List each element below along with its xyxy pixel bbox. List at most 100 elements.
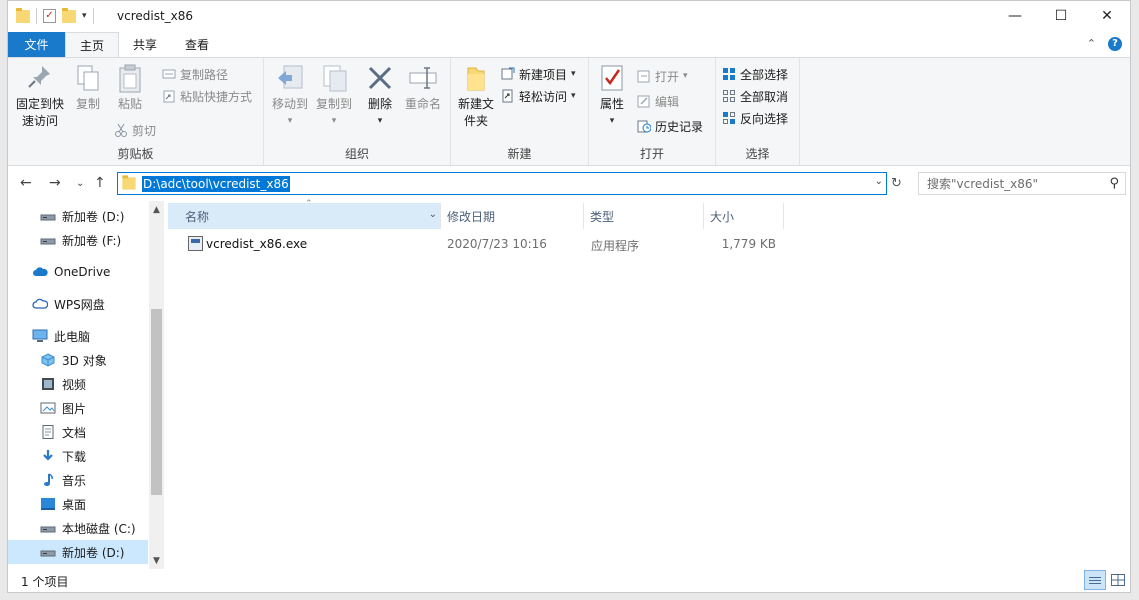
clipboard-group-label: 剪贴板 xyxy=(117,147,154,161)
tab-file[interactable]: 文件 xyxy=(8,32,65,57)
minimize-button[interactable]: — xyxy=(992,1,1038,31)
scroll-thumb[interactable] xyxy=(151,309,162,495)
properties-qat-icon[interactable]: ✓ xyxy=(43,9,56,23)
expand-ribbon-icon[interactable]: ⌃ xyxy=(1087,37,1096,51)
nav-scrollbar[interactable]: ▲ ▼ xyxy=(149,201,164,569)
pin-quick-access-button[interactable]: 固定到快速访问 xyxy=(14,62,66,130)
nav-item-label: 新加卷 (D:) xyxy=(62,209,125,224)
quick-access-toolbar: ✓ ▾ xyxy=(16,7,94,24)
column-header-modified[interactable]: 修改日期 xyxy=(441,203,584,229)
nav-item[interactable]: 视频 xyxy=(8,372,148,396)
search-input[interactable]: 搜索"vcredist_x86" ⚲ xyxy=(918,172,1126,195)
nav-item-label: 3D 对象 xyxy=(62,353,107,368)
nav-item[interactable]: 图片 xyxy=(8,396,148,420)
edit-label: 编辑 xyxy=(655,94,680,109)
clipboard-group: 固定到快速访问 复制 粘贴 复制路径 粘贴快捷方式 剪切 剪贴板 xyxy=(8,58,264,165)
title-bar: ✓ ▾ vcredist_x86 — ☐ ✕ xyxy=(8,1,1130,32)
address-path[interactable]: D:\adc\tool\vcredist_x86 xyxy=(142,175,290,192)
details-view-icon xyxy=(1089,576,1101,578)
tab-view[interactable]: 查看 xyxy=(171,32,223,57)
select-group: 全部选择 全部取消 反向选择 选择 xyxy=(716,58,800,165)
details-view-button[interactable] xyxy=(1084,570,1106,590)
nav-item[interactable]: 音乐 xyxy=(8,468,148,492)
column-modified-label: 修改日期 xyxy=(447,209,496,224)
edit-button[interactable]: 编辑 xyxy=(637,91,679,111)
divider xyxy=(36,8,37,24)
forward-arrow-icon[interactable]: → xyxy=(49,175,61,191)
paste-label: 粘贴 xyxy=(117,97,142,111)
open-button[interactable]: 打开 ▾ xyxy=(637,66,688,86)
file-list: 名称 ⌃ ⌄ 修改日期 类型 大小 vcredist_x86.exe 2020/… xyxy=(168,199,1128,569)
copy-button[interactable]: 复制 xyxy=(70,62,106,113)
nav-item-label: 文档 xyxy=(62,425,87,440)
cloud-icon xyxy=(32,265,48,279)
file-type: 应用程序 xyxy=(591,239,640,253)
nav-item[interactable]: OneDrive xyxy=(8,260,148,284)
item-count: 1 个项目 xyxy=(21,575,69,589)
column-header-type[interactable]: 类型 xyxy=(584,203,704,229)
drive-icon xyxy=(40,209,56,223)
nav-item[interactable]: WPS网盘 xyxy=(8,292,148,316)
delete-button[interactable]: 删除 ▾ xyxy=(364,62,396,130)
nav-item[interactable]: 新加卷 (F:) xyxy=(8,228,148,252)
column-header-name[interactable]: 名称 ⌃ ⌄ xyxy=(168,199,441,229)
column-header-size[interactable]: 大小 xyxy=(704,203,784,229)
tab-share[interactable]: 共享 xyxy=(119,32,171,57)
navigation-pane: 新加卷 (D:) 新加卷 (F:) OneDrive WPS网盘此电脑 3D 对象视频图… xyxy=(8,201,164,569)
new-folder-button[interactable]: 新建文件夹 xyxy=(455,62,497,130)
new-group: 新建文件夹 新建项目 ▾ 轻松访问 ▾ 新建 xyxy=(451,58,589,165)
folder-icon xyxy=(16,7,30,23)
table-row[interactable]: vcredist_x86.exe 2020/7/23 10:16 应用程序 1,… xyxy=(168,233,788,255)
copy-path-button[interactable]: 复制路径 xyxy=(162,64,228,84)
nav-item[interactable]: 本地磁盘 (C:) xyxy=(8,516,148,540)
recent-locations-chevron-icon[interactable]: ⌄ xyxy=(76,178,84,189)
ribbon-right-controls: ⌃ ? xyxy=(1087,37,1122,51)
select-none-icon xyxy=(722,89,736,103)
nav-item[interactable]: 新加卷 (D:) xyxy=(8,204,148,228)
nav-item[interactable]: 此电脑 xyxy=(8,324,148,348)
open-group-label: 打开 xyxy=(639,147,664,161)
paste-shortcut-button[interactable]: 粘贴快捷方式 xyxy=(162,86,252,106)
large-icons-view-button[interactable] xyxy=(1107,570,1129,590)
nav-item-label: 下载 xyxy=(62,449,87,464)
back-arrow-icon[interactable]: ← xyxy=(20,175,32,191)
address-bar[interactable]: D:\adc\tool\vcredist_x86 ⌄ xyxy=(117,172,887,195)
nav-item[interactable]: 文档 xyxy=(8,420,148,444)
nav-item[interactable]: 新加卷 (D:) xyxy=(8,540,148,564)
address-dropdown-icon[interactable]: ⌄ xyxy=(875,176,883,187)
nav-item[interactable]: 下载 xyxy=(8,444,148,468)
tab-home[interactable]: 主页 xyxy=(65,32,120,57)
nav-item[interactable]: 桌面 xyxy=(8,492,148,516)
paste-button[interactable]: 粘贴 xyxy=(112,62,148,113)
invert-selection-button[interactable]: 反向选择 xyxy=(722,108,788,128)
move-to-button[interactable]: 移动到 ▾ xyxy=(268,62,312,130)
nav-item[interactable]: 3D 对象 xyxy=(8,348,148,372)
help-icon[interactable]: ? xyxy=(1108,37,1122,51)
ribbon-tabs: 文件 主页 共享 查看 ⌃ ? xyxy=(8,32,1130,57)
close-button[interactable]: ✕ xyxy=(1084,1,1130,31)
copy-to-button[interactable]: 复制到 ▾ xyxy=(312,62,356,130)
rename-button[interactable]: 重命名 xyxy=(400,62,446,113)
cut-button[interactable]: 剪切 xyxy=(114,120,156,140)
select-none-button[interactable]: 全部取消 xyxy=(722,86,788,106)
properties-button[interactable]: 属性 ▾ xyxy=(595,62,629,130)
refresh-icon[interactable]: ↻ xyxy=(891,176,902,191)
new-item-button[interactable]: 新建项目 ▾ xyxy=(501,64,576,84)
easy-access-button[interactable]: 轻松访问 ▾ xyxy=(501,86,576,106)
maximize-button[interactable]: ☐ xyxy=(1038,1,1084,31)
sort-ascending-icon: ⌃ xyxy=(305,199,313,209)
column-filter-chevron-icon[interactable]: ⌄ xyxy=(429,209,437,220)
move-to-label: 移动到 xyxy=(271,97,308,111)
search-icon[interactable]: ⚲ xyxy=(1109,176,1119,191)
scroll-down-icon[interactable]: ▼ xyxy=(149,554,164,569)
up-arrow-icon[interactable]: ↑ xyxy=(94,175,106,191)
new-folder-qat-icon[interactable] xyxy=(62,7,76,23)
rename-label: 重命名 xyxy=(404,97,441,111)
ribbon: 固定到快速访问 复制 粘贴 复制路径 粘贴快捷方式 剪切 剪贴板 移动到 ▾ 复… xyxy=(8,57,1130,166)
scroll-up-icon[interactable]: ▲ xyxy=(149,203,164,218)
select-all-button[interactable]: 全部选择 xyxy=(722,64,788,84)
customize-qat-caret-icon[interactable]: ▾ xyxy=(82,11,87,21)
copy-label: 复制 xyxy=(75,97,100,111)
easy-access-caret-icon: ▾ xyxy=(571,91,576,101)
history-button[interactable]: 历史记录 xyxy=(637,116,703,136)
